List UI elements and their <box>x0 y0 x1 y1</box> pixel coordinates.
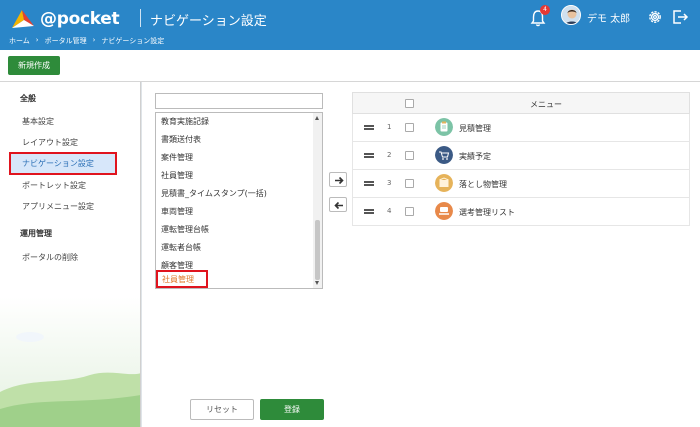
row-number: 4 <box>387 207 392 215</box>
row-checkbox[interactable] <box>405 151 414 160</box>
main-panel: 教育実施記録 書類送付表 案件管理 社員管理 見積書_タイムスタンプ(一括) 車… <box>142 82 700 427</box>
move-right-button[interactable] <box>329 172 347 187</box>
table-row[interactable]: 4 選考管理リスト <box>352 198 690 226</box>
menu-item-label: 見積管理 <box>459 124 491 133</box>
table-row[interactable]: 2 実績予定 <box>352 142 690 170</box>
sidebar-item-basic[interactable]: 基本設定 <box>22 116 54 127</box>
sidebar-item-portlet[interactable]: ポートレット設定 <box>22 180 86 191</box>
sidebar-item-layout[interactable]: レイアウト設定 <box>22 137 78 148</box>
notification-badge: 4 <box>540 5 550 15</box>
landscape-illustration <box>0 297 140 427</box>
move-left-button[interactable] <box>329 197 347 212</box>
sidebar: 全般 基本設定 レイアウト設定 ナビゲーション設定 ポートレット設定 アプリメニ… <box>0 82 141 427</box>
list-item[interactable]: 見積書_タイムスタンプ(一括) <box>161 188 267 199</box>
row-checkbox[interactable] <box>405 123 414 132</box>
save-button[interactable]: 登録 <box>260 399 324 420</box>
arrow-right-icon <box>335 176 344 185</box>
header-divider <box>140 9 141 27</box>
logo-icon <box>12 10 34 28</box>
user-photo-icon <box>562 6 580 24</box>
row-number: 3 <box>387 179 392 187</box>
drag-handle-icon[interactable] <box>364 181 374 186</box>
gear-icon[interactable] <box>646 8 664 26</box>
breadcrumb-home[interactable]: ホーム <box>9 36 30 46</box>
menu-item-label: 落とし物管理 <box>459 180 507 189</box>
search-input[interactable] <box>155 93 323 109</box>
menu-item-label: 実績予定 <box>459 152 491 161</box>
list-scrollbar[interactable] <box>313 113 322 288</box>
avatar[interactable] <box>561 5 581 25</box>
breadcrumb-separator: › <box>35 36 39 44</box>
list-item[interactable]: 運転者台帳 <box>161 242 201 253</box>
cart-icon <box>435 146 453 164</box>
menu-table-header: メニュー <box>352 92 690 114</box>
menu-item-label: 選考管理リスト <box>459 208 515 217</box>
breadcrumb-portal-admin[interactable]: ポータル管理 <box>45 36 87 46</box>
select-all-checkbox[interactable] <box>405 99 414 108</box>
scroll-up-icon[interactable] <box>315 116 319 120</box>
drag-handle-icon[interactable] <box>364 153 374 158</box>
list-item[interactable]: 案件管理 <box>161 152 193 163</box>
new-button[interactable]: 新規作成 <box>8 56 60 75</box>
hand-icon <box>435 202 453 220</box>
user-name[interactable]: デモ 太郎 <box>587 10 630 25</box>
clipboard-icon <box>435 118 453 136</box>
drag-handle-icon[interactable] <box>364 209 374 214</box>
sidebar-item-appmenu[interactable]: アプリメニュー設定 <box>22 201 94 212</box>
toolbar: 新規作成 <box>0 50 700 82</box>
arrow-left-icon <box>334 201 343 210</box>
box-icon <box>435 174 453 192</box>
sidebar-section-ops: 運用管理 <box>20 229 52 238</box>
available-items-list[interactable]: 教育実施記録 書類送付表 案件管理 社員管理 見積書_タイムスタンプ(一括) 車… <box>155 112 323 289</box>
list-item[interactable]: 教育実施記録 <box>161 116 209 127</box>
scroll-thumb[interactable] <box>315 220 320 280</box>
table-row[interactable]: 3 落とし物管理 <box>352 170 690 198</box>
breadcrumb-current: ナビゲーション設定 <box>101 37 165 45</box>
row-number: 2 <box>387 151 392 159</box>
sidebar-section-general: 全般 <box>20 94 36 103</box>
list-item[interactable]: 車両管理 <box>161 206 193 217</box>
breadcrumb: ホーム › ポータル管理 › ナビゲーション設定 <box>9 36 164 46</box>
app-header: @pocket ナビゲーション設定 ホーム › ポータル管理 › ナビゲーション… <box>0 0 700 50</box>
list-item[interactable]: 書類送付表 <box>161 134 201 145</box>
sidebar-item-navigation[interactable]: ナビゲーション設定 <box>9 152 117 175</box>
scroll-down-icon[interactable] <box>315 281 319 285</box>
logout-icon[interactable] <box>671 8 689 26</box>
brand-name[interactable]: @pocket <box>40 9 120 29</box>
breadcrumb-separator: › <box>92 36 96 44</box>
list-item-highlighted[interactable]: 社員管理 <box>156 270 208 288</box>
reset-button[interactable]: リセット <box>190 399 254 420</box>
drag-handle-icon[interactable] <box>364 125 374 130</box>
sidebar-item-delete-portal[interactable]: ポータルの削除 <box>22 252 78 263</box>
table-row[interactable]: 1 見積管理 <box>352 114 690 142</box>
row-checkbox[interactable] <box>405 179 414 188</box>
list-item[interactable]: 社員管理 <box>161 170 193 181</box>
menu-column-header: メニュー <box>530 100 562 109</box>
row-checkbox[interactable] <box>405 207 414 216</box>
row-number: 1 <box>387 123 392 131</box>
list-item[interactable]: 運転管理台帳 <box>161 224 209 235</box>
page-title: ナビゲーション設定 <box>150 14 267 29</box>
